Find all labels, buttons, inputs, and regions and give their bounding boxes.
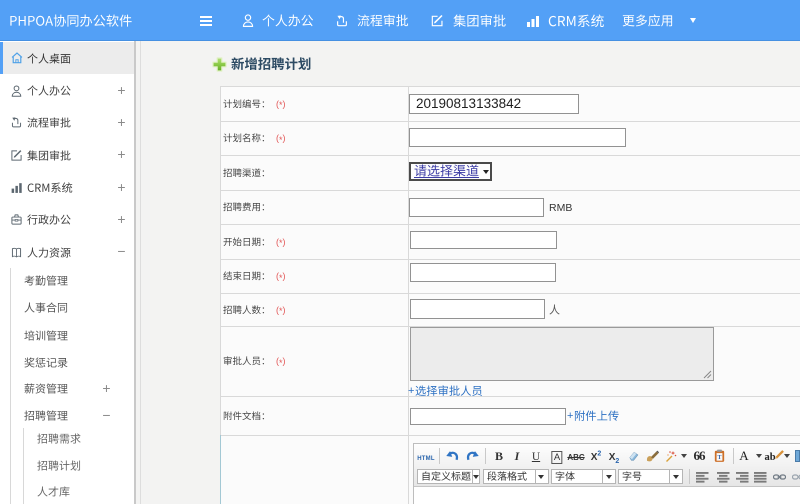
svg-text:T: T	[718, 455, 722, 461]
